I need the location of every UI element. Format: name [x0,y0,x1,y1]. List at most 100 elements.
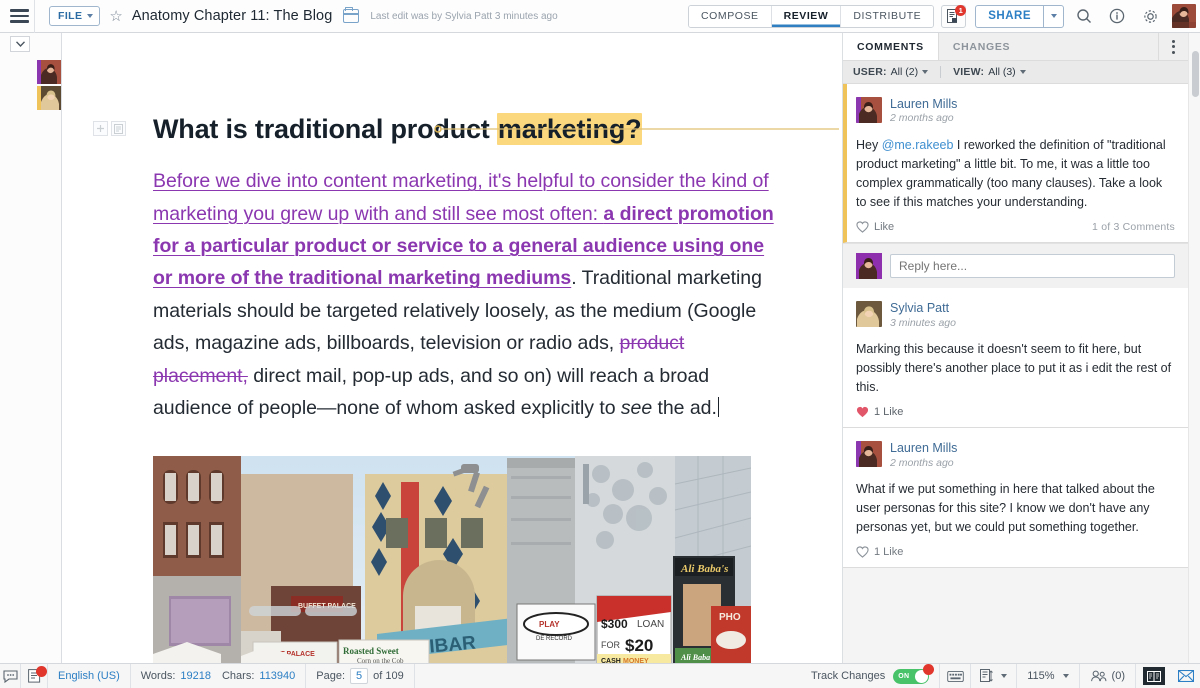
street-photo-storefronts[interactable]: BUFFET PALACE [153,456,751,663]
info-glyph [1109,8,1125,24]
language-selector[interactable]: English (US) [48,664,130,688]
star-icon[interactable]: ☆ [109,9,122,24]
more-options-icon[interactable] [1158,33,1188,60]
comment-mention[interactable]: @me.rakeeb [882,138,954,152]
document-body[interactable]: Before we dive into content marketing, i… [153,165,782,424]
reply-row [843,243,1188,288]
comment-card[interactable]: Lauren Mills 2 months ago Hey @me.rakeeb… [843,84,1188,243]
comment-body: What if we put something in here that ta… [856,480,1175,537]
page-label: Page: [316,670,345,682]
comment-timestamp: 3 minutes ago [890,316,956,332]
avatar[interactable] [856,441,882,467]
tab-review[interactable]: REVIEW [772,6,842,27]
svg-text:FOR: FOR [601,640,620,650]
comment-marker-sylvia[interactable] [37,86,61,110]
zoom-value: 115% [1027,670,1054,682]
heading-highlighted-text[interactable]: marketing? [497,113,643,145]
speech-bubble-icon[interactable] [0,664,20,688]
zoom-selector[interactable]: 115% [1017,664,1078,688]
paragraph-style-icon[interactable] [111,121,126,136]
comment-author-block: Lauren Mills 2 months ago [890,441,957,471]
vertical-scrollbar[interactable] [1188,33,1200,663]
mode-tabs: COMPOSE REVIEW DISTRIBUTE [688,5,934,28]
comment-card[interactable]: Lauren Mills 2 months ago What if we put… [843,428,1188,568]
book-view-icon [1143,667,1165,685]
like-button[interactable]: 1 Like [856,546,903,558]
add-paragraph-icon[interactable] [93,121,108,136]
words-value: 19218 [180,670,211,682]
comment-author[interactable]: Lauren Mills [890,97,957,111]
notes-icon[interactable] [21,664,47,688]
keyboard-glyph [947,671,964,682]
comment-timestamp: 2 months ago [890,456,957,472]
chevron-down-icon [1020,70,1026,74]
document-canvas[interactable]: What is traditional product marketing? B… [63,33,842,663]
left-margin-rail [0,33,62,663]
comments-panel: COMMENTS CHANGES USER: All (2) VIEW: All… [842,33,1188,663]
page-title[interactable]: What is traditional product marketing? [153,113,782,145]
reply-input[interactable] [890,254,1175,278]
book-view-button[interactable] [1136,664,1172,688]
collaborators[interactable]: (0) [1080,664,1135,688]
share-control: SHARE [975,5,1064,28]
comment-author[interactable]: Sylvia Patt [890,301,956,315]
comment-count-link[interactable]: 1 of 3 Comments [1092,221,1175,233]
last-edit-status: Last edit was by Sylvia Patt 3 minutes a… [370,11,557,22]
comment-author[interactable]: Lauren Mills [890,441,957,455]
like-button[interactable]: Like [856,221,894,233]
envelope-icon[interactable] [1172,664,1200,688]
tab-changes[interactable]: CHANGES [939,33,1024,60]
share-dropdown-button[interactable] [1043,6,1063,27]
search-icon[interactable] [1071,4,1097,28]
filter-user[interactable]: USER: All (2) [853,66,928,78]
svg-text:$20: $20 [625,636,653,655]
track-changes-toggle[interactable]: ON [893,669,929,684]
user-avatar[interactable] [1172,4,1196,28]
tab-comments[interactable]: COMMENTS [843,33,939,60]
scrollbar-thumb[interactable] [1192,51,1199,97]
keyboard-icon[interactable] [940,664,970,688]
filter-view[interactable]: VIEW: All (3) [953,66,1026,78]
svg-text:Ali Baba's: Ali Baba's [680,653,715,662]
info-icon[interactable] [1104,4,1130,28]
page-current-input[interactable]: 5 [350,668,368,684]
heart-filled-icon [856,406,869,418]
document-review-icon[interactable]: 1 [941,5,966,28]
like-button[interactable]: 1 Like [856,406,903,418]
svg-text:PHO: PHO [719,612,741,623]
heading-plain: What is traditional product [153,114,497,144]
panel-filters: USER: All (2) VIEW: All (3) [843,61,1188,84]
envelope-glyph [1178,670,1194,682]
comment-author-block: Lauren Mills 2 months ago [890,97,957,127]
hamburger-menu-icon[interactable] [0,0,34,33]
comment-marker-lauren[interactable] [37,60,61,84]
svg-text:DE RECORD: DE RECORD [536,636,573,642]
word-count: Words: 19218 Chars: 113940 [131,664,306,688]
comment-card[interactable]: Sylvia Patt 3 minutes ago Marking this b… [843,288,1188,428]
track-changes-control[interactable]: Track Changes ON [801,664,939,688]
body-plain-3: the ad. [652,397,717,419]
comment-footer: Like 1 of 3 Comments [856,221,1175,233]
rail-collapse-button[interactable] [10,36,30,52]
document-page[interactable]: What is traditional product marketing? B… [63,33,842,663]
tab-compose[interactable]: COMPOSE [689,6,772,27]
share-button[interactable]: SHARE [976,6,1043,27]
heart-outline-icon [856,221,869,233]
speech-bubble-glyph [3,670,18,683]
layout-selector[interactable] [971,664,1016,688]
avatar-image [1172,4,1196,28]
svg-text:PLAY: PLAY [539,620,560,629]
avatar[interactable] [856,97,882,123]
file-menu-label: FILE [58,10,82,22]
toolbar-right-group: COMPOSE REVIEW DISTRIBUTE 1 SHARE [688,4,1200,28]
tab-distribute[interactable]: DISTRIBUTE [841,6,933,27]
folder-icon[interactable] [343,9,359,23]
comment-header: Sylvia Patt 3 minutes ago [856,301,1175,331]
comment-footer: 1 Like [856,546,1175,558]
top-toolbar: FILE ☆ Anatomy Chapter 11: The Blog Last… [0,0,1200,33]
avatar[interactable] [856,301,882,327]
marker-avatar [41,60,61,84]
document-title[interactable]: Anatomy Chapter 11: The Blog [132,8,333,24]
file-menu-button[interactable]: FILE [49,6,100,26]
gear-icon[interactable] [1137,4,1163,28]
